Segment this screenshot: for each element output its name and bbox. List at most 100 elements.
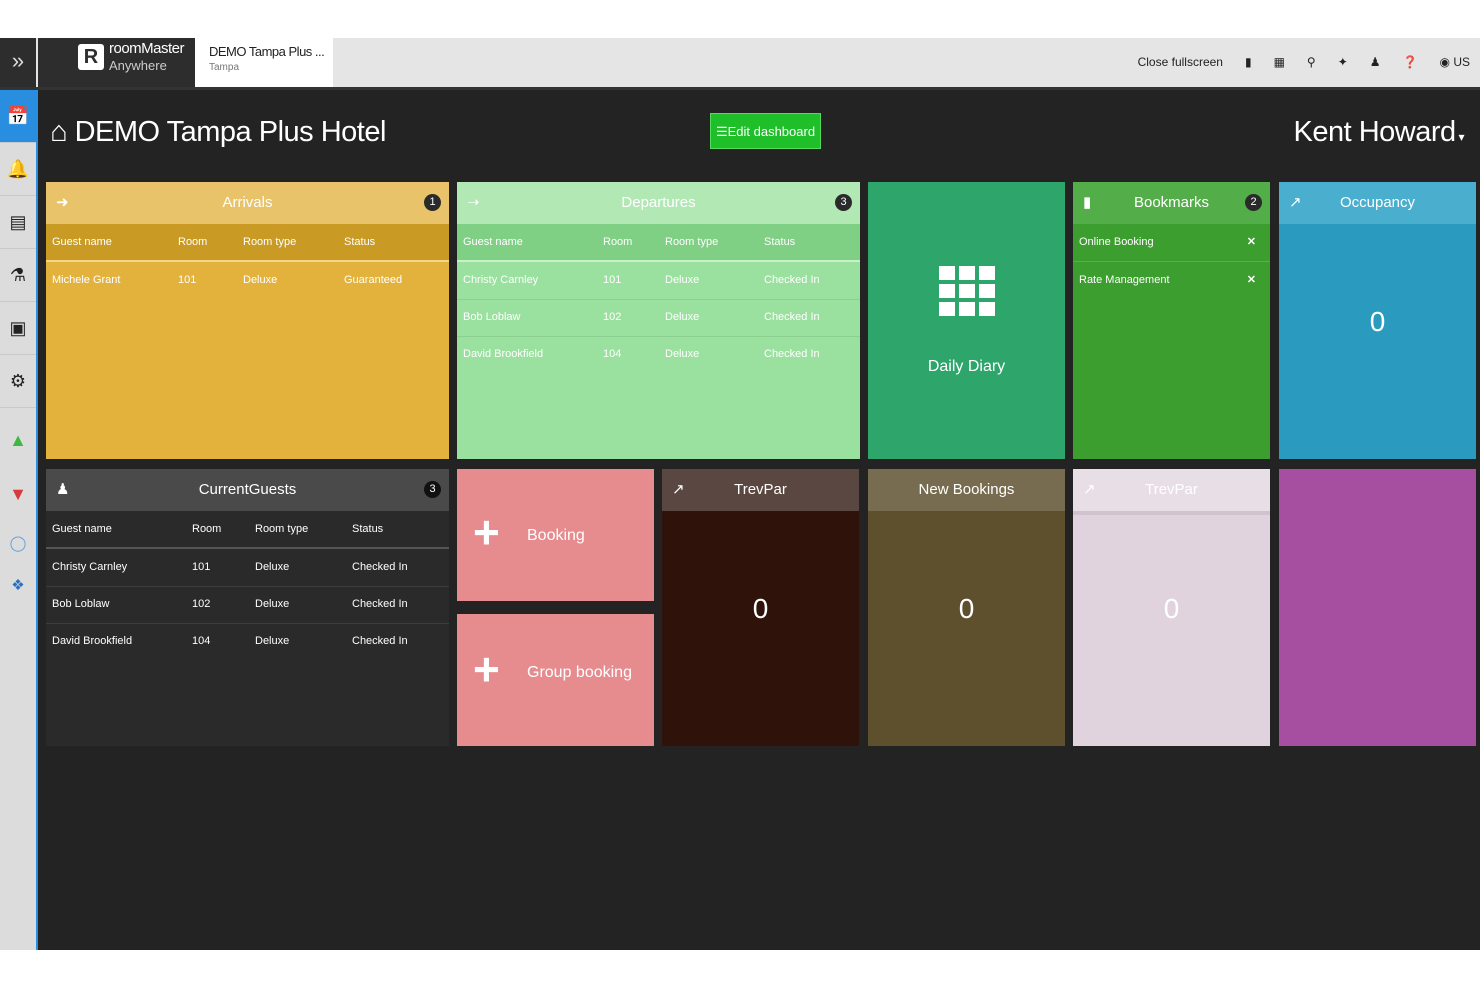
departures-header: ➝ Departures 3 <box>457 182 860 224</box>
expand-menu-icon[interactable]: » <box>0 38 36 87</box>
remove-bookmark-icon[interactable]: ✕ <box>1247 224 1256 261</box>
table-row[interactable]: Christy Carnley 101 Deluxe Checked In <box>46 549 449 587</box>
settings-icon[interactable]: ⚙ <box>0 355 36 408</box>
group-booking-tile[interactable]: + Group booking <box>457 614 654 746</box>
status-cell: Checked In <box>764 348 820 360</box>
current-guests-table-header: Guest name Room Room type Status <box>46 511 449 549</box>
guest-name-cell: David Brookfield <box>463 348 544 360</box>
occupancy-header: ↗ Occupancy <box>1279 182 1476 224</box>
trevpar-title: TrevPar <box>734 481 787 498</box>
status-cell: Checked In <box>764 311 820 323</box>
guest-name-cell: Christy Carnley <box>463 274 539 286</box>
trevpar-light-tile[interactable]: ↗ TrevPar 0 <box>1073 469 1270 746</box>
hotel-tab[interactable]: DEMO Tampa Plus ... Tampa <box>195 38 333 87</box>
room-type-cell: Deluxe <box>665 311 700 323</box>
departures-tile[interactable]: ➝ Departures 3 Guest name Room Room type… <box>457 182 860 459</box>
room-cell: 101 <box>603 274 622 286</box>
table-row[interactable]: Bob Loblaw 102 Deluxe Checked In <box>46 586 449 624</box>
table-row[interactable]: Michele Grant 101 Deluxe Guaranteed <box>46 262 449 299</box>
bookmark-item[interactable]: Online Booking ✕ <box>1073 224 1270 262</box>
bell-icon[interactable]: 🔔 <box>0 143 36 196</box>
empty-tile[interactable] <box>1279 469 1476 746</box>
line-chart-icon: ↗ <box>1289 194 1302 211</box>
restaurant-icon[interactable]: ⚗ <box>0 249 36 302</box>
column-header: Room <box>192 523 222 535</box>
globe-icon: ◉ <box>1439 55 1450 69</box>
current-guests-header: ♟ CurrentGuests 3 <box>46 469 449 511</box>
bed-icon[interactable]: ▤ <box>0 196 36 249</box>
home-icon: ⌂ <box>50 116 68 148</box>
column-header: Status <box>344 236 376 248</box>
daily-diary-tile[interactable]: Daily Diary <box>868 182 1065 459</box>
pushpin-icon[interactable]: ❖ <box>0 560 36 612</box>
grid-icon[interactable]: ▦ <box>1274 55 1285 69</box>
current-guests-title: CurrentGuests <box>198 481 297 498</box>
bookmarks-title: Bookmarks <box>1133 194 1210 211</box>
thumbs-up-icon[interactable]: ▲ <box>0 414 36 466</box>
brand-subtitle: Anywhere <box>109 58 167 73</box>
trevpar-light-title: TrevPar <box>1145 481 1198 498</box>
arrivals-title: Arrivals <box>222 194 273 211</box>
column-header: Status <box>764 236 796 248</box>
column-header: Guest name <box>52 523 112 535</box>
arrivals-tile[interactable]: ➜ Arrivals 1 Guest name Room Room type S… <box>46 182 449 459</box>
close-fullscreen-link[interactable]: Close fullscreen <box>1138 55 1223 69</box>
thumbs-down-icon[interactable]: ▼ <box>0 468 36 520</box>
top-actions: Close fullscreen ▮ ▦ ⚲ ✦ ♟ ❓ ◉ US <box>1138 50 1470 74</box>
logo-icon: R <box>78 44 104 70</box>
bookmark-label: Online Booking <box>1079 236 1154 248</box>
status-cell: Checked In <box>352 598 408 610</box>
help-icon[interactable]: ❓ <box>1403 55 1418 69</box>
departures-title: Departures <box>621 194 696 211</box>
user-icon[interactable]: ♟ <box>1370 55 1381 69</box>
bookmark-item[interactable]: Rate Management ✕ <box>1073 262 1270 299</box>
occupancy-tile[interactable]: ↗ Occupancy 0 <box>1279 182 1476 459</box>
departures-table-header: Guest name Room Room type Status <box>457 224 860 262</box>
room-cell: 102 <box>192 598 211 610</box>
room-cell: 101 <box>192 561 211 573</box>
table-row[interactable]: David Brookfield 104 Deluxe Checked In <box>46 623 449 660</box>
new-bookings-header: New Bookings <box>868 469 1065 511</box>
line-chart-icon: ↗ <box>1083 481 1096 498</box>
user-menu[interactable]: Kent Howard ▾ <box>1293 116 1464 149</box>
occupancy-title: Occupancy <box>1339 194 1416 211</box>
language-selector[interactable]: ◉ US <box>1440 55 1471 69</box>
brand-name: roomMaster <box>109 40 185 57</box>
caret-down-icon: ▾ <box>1455 130 1464 144</box>
trevpar-tile[interactable]: ↗ TrevPar 0 <box>662 469 859 746</box>
table-row[interactable]: Christy Carnley 101 Deluxe Checked In <box>457 262 860 300</box>
column-header: Guest name <box>463 236 523 248</box>
line-chart-icon: ↗ <box>672 481 685 498</box>
sign-in-icon: ➜ <box>56 194 69 211</box>
brand-logo[interactable]: R roomMaster Anywhere <box>38 38 195 87</box>
dashboard: ⌂ DEMO Tampa Plus Hotel ☰Edit dashboard … <box>38 90 1480 950</box>
guest-name-cell: Bob Loblaw <box>52 598 110 610</box>
table-row[interactable]: David Brookfield 104 Deluxe Checked In <box>457 336 860 373</box>
trevpar-light-header: ↗ TrevPar <box>1073 469 1270 515</box>
column-header: Guest name <box>52 236 112 248</box>
booking-tile[interactable]: + Booking <box>457 469 654 601</box>
status-cell: Checked In <box>352 561 408 573</box>
search-icon[interactable]: ⚲ <box>1307 55 1316 69</box>
room-cell: 102 <box>603 311 622 323</box>
briefcase-icon[interactable]: ▣ <box>0 302 36 355</box>
table-row[interactable]: Bob Loblaw 102 Deluxe Checked In <box>457 299 860 337</box>
remove-bookmark-icon[interactable]: ✕ <box>1247 262 1256 299</box>
room-type-cell: Deluxe <box>255 598 290 610</box>
arrivals-table-header: Guest name Room Room type Status <box>46 224 449 262</box>
new-bookings-tile[interactable]: New Bookings 0 <box>868 469 1065 746</box>
current-guests-tile[interactable]: ♟ CurrentGuests 3 Guest name Room Room t… <box>46 469 449 746</box>
new-bookings-title: New Bookings <box>918 481 1015 498</box>
pin-icon[interactable]: ✦ <box>1338 55 1348 69</box>
bookmarks-count-badge: 2 <box>1245 194 1262 211</box>
room-type-cell: Deluxe <box>243 274 278 286</box>
new-bookings-value: 0 <box>958 593 975 624</box>
plus-icon: + <box>473 643 500 695</box>
trevpar-light-value: 0 <box>1163 593 1180 624</box>
bookmark-icon[interactable]: ▮ <box>1245 55 1252 69</box>
bookmarks-tile[interactable]: ▮ Bookmarks 2 Online Booking ✕ Rate Mana… <box>1073 182 1270 459</box>
edit-dashboard-button[interactable]: ☰Edit dashboard <box>710 113 821 149</box>
room-type-cell: Deluxe <box>665 348 700 360</box>
calendar-icon[interactable]: 📅 <box>0 90 36 143</box>
page-title: ⌂ DEMO Tampa Plus Hotel <box>50 116 386 149</box>
